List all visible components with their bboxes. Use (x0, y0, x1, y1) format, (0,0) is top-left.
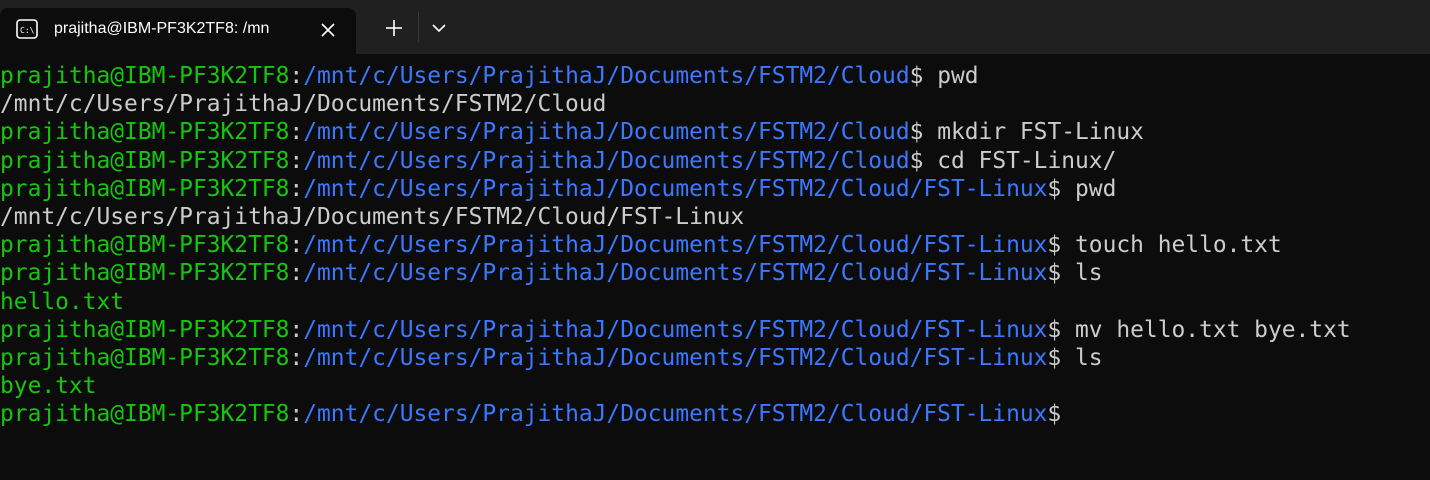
prompt-user: prajitha@IBM-PF3K2TF8 (0, 175, 290, 202)
terminal-line: prajitha@IBM-PF3K2TF8:/mnt/c/Users/Praji… (0, 118, 1430, 146)
terminal-line: hello.txt (0, 288, 1430, 316)
close-icon[interactable] (318, 20, 338, 40)
terminal-line: prajitha@IBM-PF3K2TF8:/mnt/c/Users/Praji… (0, 231, 1430, 259)
command-text: mv hello.txt bye.txt (1075, 316, 1351, 343)
terminal-output[interactable]: prajitha@IBM-PF3K2TF8:/mnt/c/Users/Praji… (0, 62, 1430, 480)
tab-terminal[interactable]: C:\ prajitha@IBM-PF3K2TF8: /mn (0, 8, 356, 54)
prompt-symbol: $ (1047, 344, 1075, 371)
title-bar: C:\ prajitha@IBM-PF3K2TF8: /mn (0, 0, 1430, 54)
output-text: hello.txt (0, 288, 125, 315)
prompt-separator: : (289, 316, 304, 343)
prompt-path: /mnt/c/Users/PrajithaJ/Documents/FSTM2/C… (303, 316, 1048, 343)
terminal-line: bye.txt (0, 372, 1430, 400)
prompt-user: prajitha@IBM-PF3K2TF8 (0, 316, 290, 343)
prompt-user: prajitha@IBM-PF3K2TF8 (0, 344, 290, 371)
prompt-user: prajitha@IBM-PF3K2TF8 (0, 260, 290, 287)
prompt-path: /mnt/c/Users/PrajithaJ/Documents/FSTM2/C… (303, 401, 1048, 428)
prompt-symbol: $ (1047, 401, 1062, 428)
output-text: /mnt/c/Users/PrajithaJ/Documents/FSTM2/C… (0, 203, 745, 230)
command-text: pwd (937, 63, 979, 89)
prompt-path: /mnt/c/Users/PrajithaJ/Documents/FSTM2/C… (303, 260, 1048, 287)
output-text: /mnt/c/Users/PrajithaJ/Documents/FSTM2/C… (0, 91, 607, 118)
prompt-separator: : (289, 119, 304, 146)
chevron-down-icon[interactable] (430, 19, 448, 37)
svg-text:C:\: C:\ (20, 26, 35, 35)
terminal-line: prajitha@IBM-PF3K2TF8:/mnt/c/Users/Praji… (0, 62, 1430, 90)
terminal-line: prajitha@IBM-PF3K2TF8:/mnt/c/Users/Praji… (0, 316, 1430, 344)
prompt-separator: : (289, 175, 304, 202)
terminal-line: prajitha@IBM-PF3K2TF8:/mnt/c/Users/Praji… (0, 259, 1430, 287)
prompt-symbol: $ (909, 147, 938, 174)
prompt-separator: : (289, 232, 304, 259)
prompt-path: /mnt/c/Users/PrajithaJ/Documents/FSTM2/C… (303, 344, 1048, 371)
command-text: touch hello.txt (1075, 232, 1282, 259)
prompt-symbol: $ (1047, 175, 1075, 202)
plus-icon[interactable] (383, 17, 405, 39)
prompt-path: /mnt/c/Users/PrajithaJ/Documents/FSTM2/C… (303, 175, 1048, 202)
prompt-path: /mnt/c/Users/PrajithaJ/Documents/FSTM2/C… (303, 147, 910, 174)
prompt-symbol: $ (909, 119, 938, 146)
prompt-separator: : (289, 401, 304, 428)
terminal-line: prajitha@IBM-PF3K2TF8:/mnt/c/Users/Praji… (0, 147, 1430, 175)
output-text: bye.txt (0, 373, 97, 400)
command-text: cd FST-Linux/ (937, 147, 1117, 174)
command-text: mkdir FST-Linux (937, 119, 1144, 146)
prompt-user: prajitha@IBM-PF3K2TF8 (0, 119, 290, 146)
prompt-symbol: $ (1047, 232, 1075, 259)
prompt-symbol: $ (1047, 260, 1075, 287)
prompt-symbol: $ (909, 63, 938, 89)
prompt-user: prajitha@IBM-PF3K2TF8 (0, 401, 290, 428)
terminal-icon: C:\ (16, 19, 38, 39)
prompt-path: /mnt/c/Users/PrajithaJ/Documents/FSTM2/C… (303, 63, 910, 89)
prompt-user: prajitha@IBM-PF3K2TF8 (0, 232, 290, 259)
prompt-separator: : (289, 63, 304, 89)
command-text: ls (1075, 344, 1103, 371)
terminal-line: /mnt/c/Users/PrajithaJ/Documents/FSTM2/C… (0, 90, 1430, 118)
terminal-line: /mnt/c/Users/PrajithaJ/Documents/FSTM2/C… (0, 203, 1430, 231)
prompt-path: /mnt/c/Users/PrajithaJ/Documents/FSTM2/C… (303, 119, 910, 146)
prompt-separator: : (289, 147, 304, 174)
command-text: pwd (1075, 175, 1117, 202)
command-text: ls (1075, 260, 1103, 287)
prompt-path: /mnt/c/Users/PrajithaJ/Documents/FSTM2/C… (303, 232, 1048, 259)
prompt-separator: : (289, 260, 304, 287)
terminal-line: prajitha@IBM-PF3K2TF8:/mnt/c/Users/Praji… (0, 400, 1430, 428)
prompt-separator: : (289, 344, 304, 371)
terminal-line: prajitha@IBM-PF3K2TF8:/mnt/c/Users/Praji… (0, 175, 1430, 203)
tab-divider (418, 12, 419, 42)
tab-title: prajitha@IBM-PF3K2TF8: /mn (54, 20, 270, 37)
terminal-line: prajitha@IBM-PF3K2TF8:/mnt/c/Users/Praji… (0, 344, 1430, 372)
prompt-symbol: $ (1047, 316, 1075, 343)
prompt-user: prajitha@IBM-PF3K2TF8 (0, 63, 290, 89)
prompt-user: prajitha@IBM-PF3K2TF8 (0, 147, 290, 174)
